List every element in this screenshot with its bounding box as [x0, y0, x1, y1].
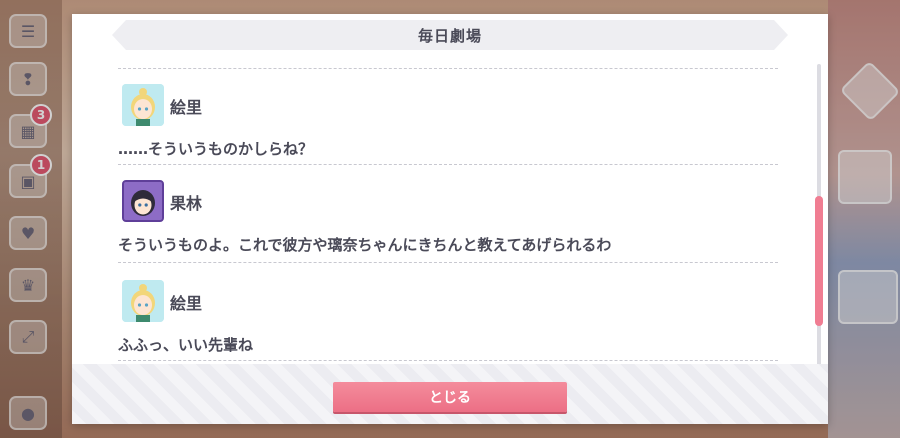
- dialogue-log[interactable]: 絵里 ……そういうものかしらね？ 果林 そういうものよ。これで彼方や璃奈ちゃんに…: [118, 68, 778, 364]
- dialogue-text: ……そういうものかしらね？: [118, 140, 314, 158]
- divider: [118, 68, 778, 69]
- divider: [118, 262, 778, 263]
- speaker-name: 絵里: [170, 294, 203, 313]
- close-button[interactable]: とじる: [333, 382, 567, 412]
- divider: [118, 164, 778, 165]
- dialog-title: 毎日劇場: [417, 26, 482, 45]
- eli-avatar: [122, 84, 164, 126]
- dialogue-text: ふふっ、いい先輩ね: [118, 336, 254, 354]
- divider: [118, 360, 778, 361]
- dialog-title-bar: 毎日劇場: [112, 20, 788, 50]
- speaker-name: 果林: [170, 194, 203, 213]
- eli-avatar: [122, 280, 164, 322]
- karin-avatar: [122, 180, 164, 222]
- scrollbar-thumb[interactable]: [815, 196, 823, 326]
- speaker-name: 絵里: [170, 98, 203, 117]
- dialogue-text: そういうものよ。これで彼方や璃奈ちゃんにきちんと教えてあげられるわ: [118, 236, 612, 254]
- daily-theater-dialog: 毎日劇場 絵里 ……そういうものかしらね？ 果林 そういうものよ。これで彼方や璃…: [72, 14, 828, 424]
